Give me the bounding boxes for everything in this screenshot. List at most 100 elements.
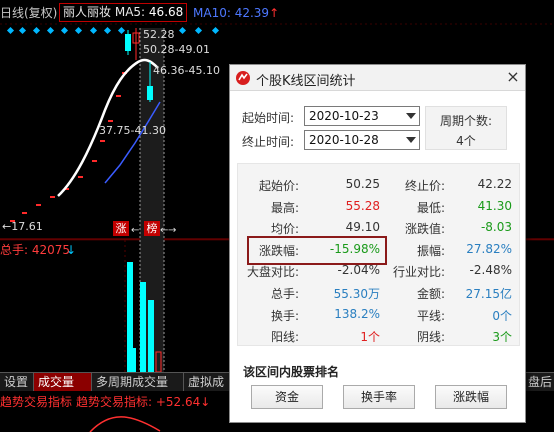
- volume-arrow: ↓: [66, 243, 77, 257]
- end-time-select[interactable]: 2020-10-28: [304, 130, 420, 150]
- ranking-title: 该区间内股票排名: [243, 365, 340, 379]
- ma10-label: MA10:: [193, 6, 231, 20]
- stat-label-right: 涨跌值:: [404, 222, 445, 236]
- limit-marker: [194, 26, 203, 35]
- limit-marker: [32, 26, 41, 35]
- tab-settings[interactable]: 设置: [0, 373, 34, 392]
- signal-zhang[interactable]: 涨: [113, 221, 129, 236]
- stat-label-right: 阴线:: [416, 330, 445, 344]
- limit-marker: [6, 26, 15, 35]
- app-icon: [236, 71, 250, 85]
- stat-label-left: 总手:: [270, 287, 299, 301]
- stat-label-left: 阳线:: [270, 330, 299, 344]
- dialog-titlebar[interactable]: 个股K线区间统计 ×: [230, 65, 525, 91]
- stat-value-right: 3个: [492, 330, 512, 344]
- stat-label-right: 终止价:: [404, 179, 445, 193]
- limit-marker: [103, 26, 112, 35]
- stat-value-left: 50.25: [345, 177, 380, 191]
- limit-marker: [178, 26, 187, 35]
- chevron-down-icon[interactable]: [406, 113, 416, 119]
- price-label-range3: 37.75-41.30: [99, 124, 166, 137]
- price-label-low: ←17.61: [2, 220, 43, 233]
- rank-by-turnover-button[interactable]: 换手率: [343, 385, 415, 409]
- start-time-label: 起始时间:: [242, 111, 295, 125]
- stat-value-right: 41.30: [477, 199, 512, 213]
- period-count-label: 周期个数:: [439, 114, 493, 128]
- price-label-range1: 50.28-49.01: [143, 43, 210, 56]
- arrow-glyph: →: [168, 225, 176, 236]
- ma10-value: 42.39: [234, 6, 270, 20]
- stat-value-right: -8.03: [480, 220, 512, 234]
- vol-bar: [140, 282, 146, 372]
- candle-bar: [108, 120, 113, 122]
- tab-virtual-volume[interactable]: 虚拟成: [184, 373, 232, 392]
- signal-bang[interactable]: 榜: [144, 221, 160, 236]
- stat-value-right: 0个: [492, 309, 512, 323]
- limit-marker: [46, 26, 55, 35]
- stock-info-box[interactable]: 丽人丽妆 MA5: 46.68: [59, 3, 188, 22]
- ma10-arrow: ↑: [269, 6, 280, 20]
- vol-bar: [132, 348, 136, 372]
- limit-marker: [211, 26, 220, 35]
- limit-marker: [89, 26, 98, 35]
- candle-bar: [36, 204, 41, 206]
- candle-1026: [132, 28, 140, 60]
- candle-bar: [22, 212, 27, 214]
- stat-label-right: 平线:: [416, 309, 445, 323]
- close-icon[interactable]: ×: [504, 68, 522, 86]
- stat-value-left: -2.04%: [337, 263, 380, 277]
- rank-by-capital-button[interactable]: 资金: [251, 385, 323, 409]
- limit-marker: [18, 26, 27, 35]
- tab-multi-period-volume[interactable]: 多周期成交量: [92, 373, 184, 392]
- stat-value-left: 138.2%: [334, 307, 380, 321]
- start-time-select[interactable]: 2020-10-23: [304, 106, 420, 126]
- end-time-label: 终止时间:: [242, 135, 295, 149]
- stat-value-right: 27.15亿: [465, 287, 512, 301]
- stat-value-left: 55.30万: [333, 287, 380, 301]
- candle-bar: [78, 176, 83, 178]
- stat-label-right: 行业对比:: [392, 265, 445, 279]
- candle-bar: [50, 196, 55, 198]
- price-label-range2: 46.36-45.10: [153, 64, 220, 77]
- ma10-legend: MA10: 42.39↑: [193, 6, 279, 20]
- stat-label-right: 最低:: [416, 201, 445, 215]
- dialog-title: 个股K线区间统计: [256, 74, 356, 89]
- interval-stats-dialog: 个股K线区间统计 × 起始时间: 2020-10-23 终止时间: 2020-1…: [229, 64, 526, 423]
- ma5-label: MA5:: [114, 5, 146, 19]
- price-label-high: 52.28: [143, 28, 175, 41]
- stat-label-left: 换手:: [270, 309, 299, 323]
- stat-value-right: -2.48%: [469, 263, 512, 277]
- candle-bar: [92, 160, 97, 162]
- stat-label-left: 起始价:: [258, 179, 299, 193]
- stat-label-right: 金额:: [416, 287, 445, 301]
- volume-label: 总手: 42075: [0, 243, 71, 257]
- tab-after-hours[interactable]: 盘后: [524, 373, 554, 392]
- limit-marker: [117, 26, 126, 35]
- period-count-box: 周期个数: 4个: [425, 106, 507, 150]
- candle-bars: [10, 72, 127, 222]
- stock-name: 丽人丽妆: [63, 5, 112, 19]
- stat-value-left: 55.28: [345, 199, 380, 213]
- stat-label-left: 均价:: [270, 222, 299, 236]
- stat-label-left: 最高:: [270, 201, 299, 215]
- stat-label-left: 大盘对比:: [246, 265, 299, 279]
- rank-by-change-button[interactable]: 涨跌幅: [435, 385, 507, 409]
- arrow-glyph: ←: [131, 225, 139, 236]
- candle-1023: [125, 30, 131, 55]
- candle-bar: [100, 140, 105, 142]
- vol-bar: [148, 300, 154, 372]
- end-time-value: 2020-10-28: [309, 133, 379, 147]
- chevron-down-icon[interactable]: [406, 137, 416, 143]
- tab-volume[interactable]: 成交量: [34, 373, 92, 392]
- chart-period-title: 日线(复权): [0, 6, 58, 20]
- stat-label-right: 振幅:: [416, 244, 445, 258]
- stat-value-left: 1个: [360, 330, 380, 344]
- limit-marker: [60, 26, 69, 35]
- limit-marker: [74, 26, 83, 35]
- ma5-value: 46.68: [148, 5, 184, 19]
- limit-up-markers: [6, 26, 220, 35]
- period-count-value: 4个: [456, 134, 476, 148]
- stat-value-right: 42.22: [477, 177, 512, 191]
- stat-value-right: 27.82%: [466, 242, 512, 256]
- candle-bar: [116, 95, 121, 97]
